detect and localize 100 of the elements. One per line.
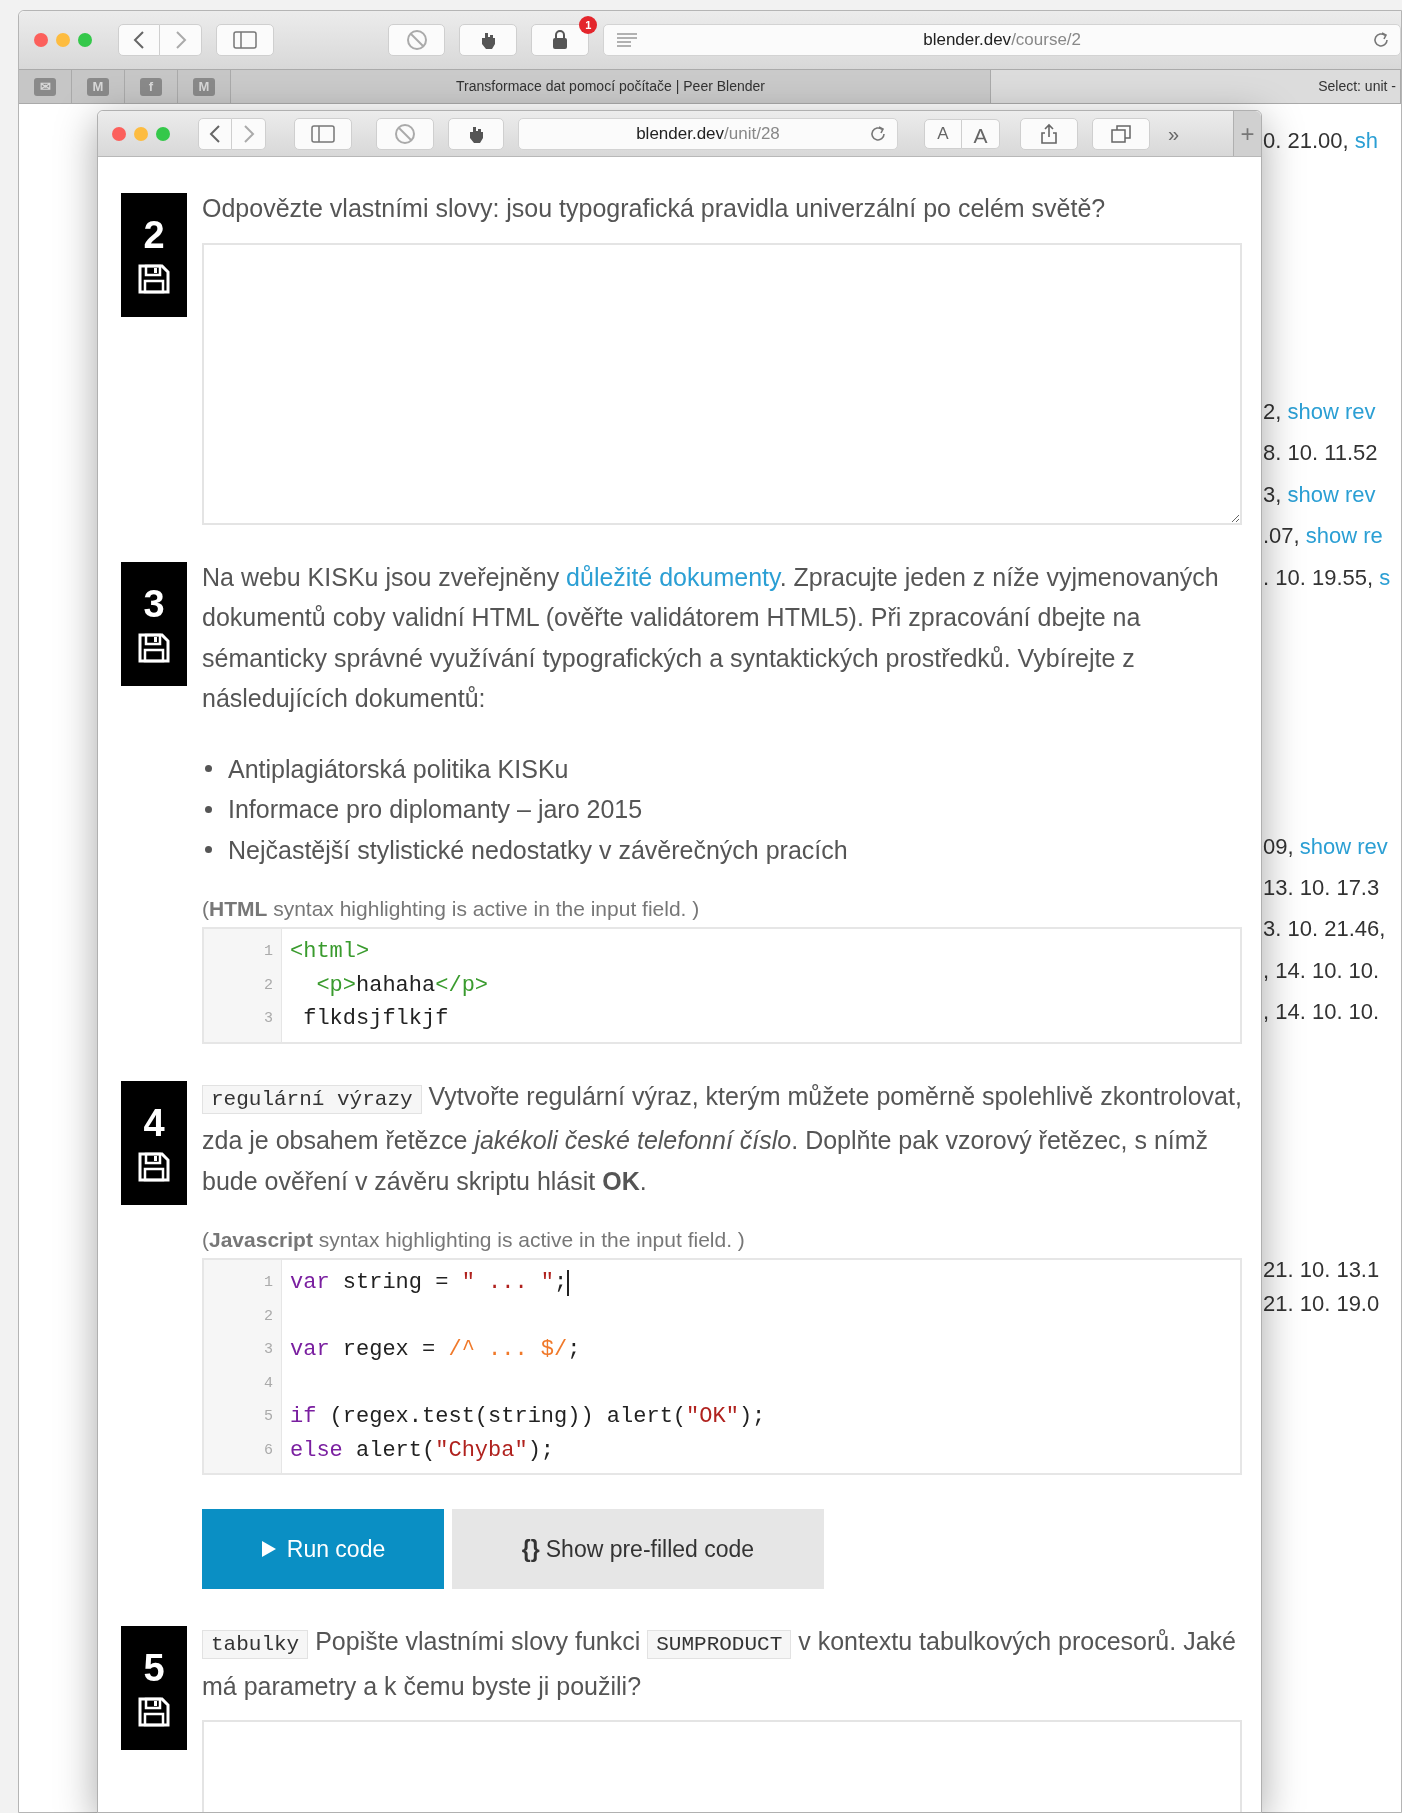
code-line: if (regex.test(string)) alert("OK");	[290, 1403, 766, 1431]
tabs-button[interactable]	[1092, 117, 1150, 150]
code-line: var regex = /^ ... $/;	[290, 1336, 581, 1364]
window-control-icon[interactable]	[78, 33, 92, 47]
show-revision-link[interactable]: sh	[1354, 128, 1378, 153]
timestamp-text: .07, show re	[1263, 523, 1383, 549]
line-number: 5	[264, 1407, 273, 1427]
browser-tab[interactable]: Transformace dat pomocí počítače | Peer Blender	[231, 70, 991, 103]
chevron-left-icon	[209, 123, 221, 144]
block-icon	[394, 122, 416, 145]
window-control-icon[interactable]	[112, 126, 126, 141]
list-item-text: Nejčastější stylistické nedostatky v závěrečných pracích	[228, 834, 848, 866]
question-text: regulární výrazy Vytvořte regulární výraz, kterým můžete poměrně spolehlivě zkontrolovat, zda je obsahem řetězce jakékoli české telefonní číslo. Doplňte pak vzorový řetězec, s nímž bude ověření v závěru skriptu hlásit OK.	[202, 1080, 1242, 1197]
text-size-button[interactable]: A	[962, 118, 1000, 149]
play-icon	[260, 1540, 277, 1558]
show-revision-link[interactable]: s	[1379, 565, 1391, 590]
question-text: Odpovězte vlastními slovy: jsou typografická pravidla univerzální po celém světě?	[202, 193, 1107, 224]
line-number: 3	[264, 1340, 273, 1360]
overflow-button[interactable]: »	[1164, 118, 1184, 149]
document-link[interactable]: důležité dokumenty	[566, 562, 780, 591]
bullet-icon	[205, 846, 212, 854]
timestamp-text: 0. 21.00, sh	[1263, 128, 1378, 154]
list-item-text: Informace pro diplomanty – jaro 2015	[228, 794, 643, 825]
sidebar-icon	[311, 124, 335, 143]
browser-tab[interactable]: Select: unit -	[991, 70, 1401, 103]
list-item-text: Antiplagiátorská politika KISKu	[228, 753, 569, 785]
tag-label: SUMPRODUCT	[647, 1630, 792, 1659]
timestamp-text: , 14. 10. 10.	[1263, 999, 1380, 1025]
show-revision-link[interactable]: show rev	[1299, 834, 1388, 859]
address-bar[interactable]: blender.dev/unit/28	[518, 117, 898, 150]
save-icon[interactable]	[138, 632, 170, 663]
code-editor[interactable]: 1 2 3 4 5 6 var string = " ... "; var regex = /^ ... $/; if (regex.test(string)) alert("OK"); else alert("Chyba");	[202, 1258, 1242, 1475]
code-line: <p>hahaha</p>	[315, 971, 489, 1000]
braces-icon: {}	[521, 1531, 540, 1567]
show-prefilled-code-button[interactable]: {} Show pre-filled code	[452, 1509, 824, 1589]
share-button[interactable]	[1020, 117, 1078, 150]
block-button[interactable]	[387, 24, 446, 56]
sidebar-button[interactable]	[294, 117, 352, 150]
window-control-icon[interactable]	[34, 33, 48, 47]
back-button[interactable]	[118, 24, 160, 56]
forward-button[interactable]	[160, 24, 202, 56]
bullet-icon	[205, 765, 212, 773]
chevron-left-icon	[133, 30, 145, 50]
text-size-button[interactable]: A	[924, 118, 962, 149]
save-icon[interactable]	[138, 1697, 170, 1727]
code-line: flkdsjflkjf	[302, 1005, 449, 1033]
timestamp-text: 21. 10. 13.1	[1263, 1257, 1380, 1283]
favicon-icon: M	[193, 77, 215, 96]
timestamp-text: 09, show rev	[1263, 834, 1388, 860]
timestamp-text: , 14. 10. 10.	[1263, 958, 1380, 984]
block-icon	[405, 29, 428, 51]
line-number: 6	[264, 1440, 273, 1461]
sidebar-icon	[232, 31, 257, 49]
run-code-button[interactable]: Run code	[202, 1509, 444, 1589]
timestamp-text: 3. 10. 21.46,	[1263, 916, 1386, 942]
chevron-right-icon	[174, 30, 187, 50]
sidebar-button[interactable]	[216, 24, 274, 56]
notification-badge: 1	[579, 16, 598, 34]
line-number: 3	[264, 1009, 273, 1029]
save-icon[interactable]	[138, 1151, 170, 1182]
tag-label: tabulky	[202, 1630, 309, 1659]
show-revision-link[interactable]: show rev	[1287, 399, 1376, 424]
line-number: 2	[264, 975, 273, 996]
save-icon[interactable]	[138, 264, 170, 294]
syntax-hint-text: (HTML syntax highlighting is active in the input field. )	[202, 896, 701, 922]
url-text: blender.dev/unit/28	[636, 122, 780, 145]
line-number: 4	[264, 1373, 273, 1394]
lock-icon	[551, 30, 570, 50]
hand-button[interactable]	[459, 24, 518, 56]
code-line: var string = " ... ";	[290, 1269, 568, 1297]
new-tab-button[interactable]: +	[1233, 111, 1261, 156]
favicon-icon: M	[87, 77, 109, 96]
reload-icon[interactable]	[869, 124, 887, 143]
question-number: 3	[143, 584, 165, 623]
timestamp-text: 21. 10. 19.0	[1263, 1291, 1380, 1317]
hand-button[interactable]	[448, 117, 504, 150]
forward-button[interactable]	[232, 117, 266, 150]
timestamp-text: 8. 10. 11.52	[1263, 440, 1378, 466]
show-revision-link[interactable]: show rev	[1287, 482, 1376, 507]
line-number: 1	[264, 942, 273, 962]
timestamp-text: 2, show rev	[1263, 399, 1376, 425]
show-revision-link[interactable]: show re	[1305, 523, 1383, 548]
window-control-icon[interactable]	[156, 126, 170, 141]
bullet-icon	[205, 805, 212, 813]
timestamp-text: . 10. 19.55, s	[1263, 565, 1391, 591]
question-number: 4	[143, 1103, 165, 1142]
url-text: blender.dev/course/2	[923, 29, 1082, 52]
block-button[interactable]	[376, 117, 434, 150]
question-text: Na webu KISKu jsou zveřejněny důležité dokumenty. Zpracujte jeden z níže vyjmenovaných dokumentů coby validní HTML (ověřte validátorem HTML5). Při zpracování dbejte na sémanticky správné využívání typografických a syntaktických prostředků. Vybírejte z následujících dokumentů:	[202, 561, 1220, 714]
line-number: 1	[264, 1273, 273, 1293]
code-line: else alert("Chyba");	[290, 1436, 555, 1465]
reader-icon[interactable]	[616, 32, 639, 48]
reload-icon[interactable]	[1372, 31, 1390, 49]
address-bar[interactable]: blender.dev/course/2	[603, 24, 1401, 56]
back-button[interactable]	[198, 117, 232, 150]
question-number: 2	[143, 216, 165, 254]
timestamp-text: 13. 10. 17.3	[1263, 875, 1380, 901]
question-text: tabulky Popište vlastními slovy funkci SUMPRODUCT v kontextu tabulkových procesorů. Jaké má parametry a k čemu byste ji použili?	[202, 1626, 1237, 1702]
code-editor[interactable]: 1 2 3 <html> <p>hahaha</p> flkdsjflkjf	[202, 927, 1242, 1044]
chevron-right-icon	[242, 123, 255, 144]
